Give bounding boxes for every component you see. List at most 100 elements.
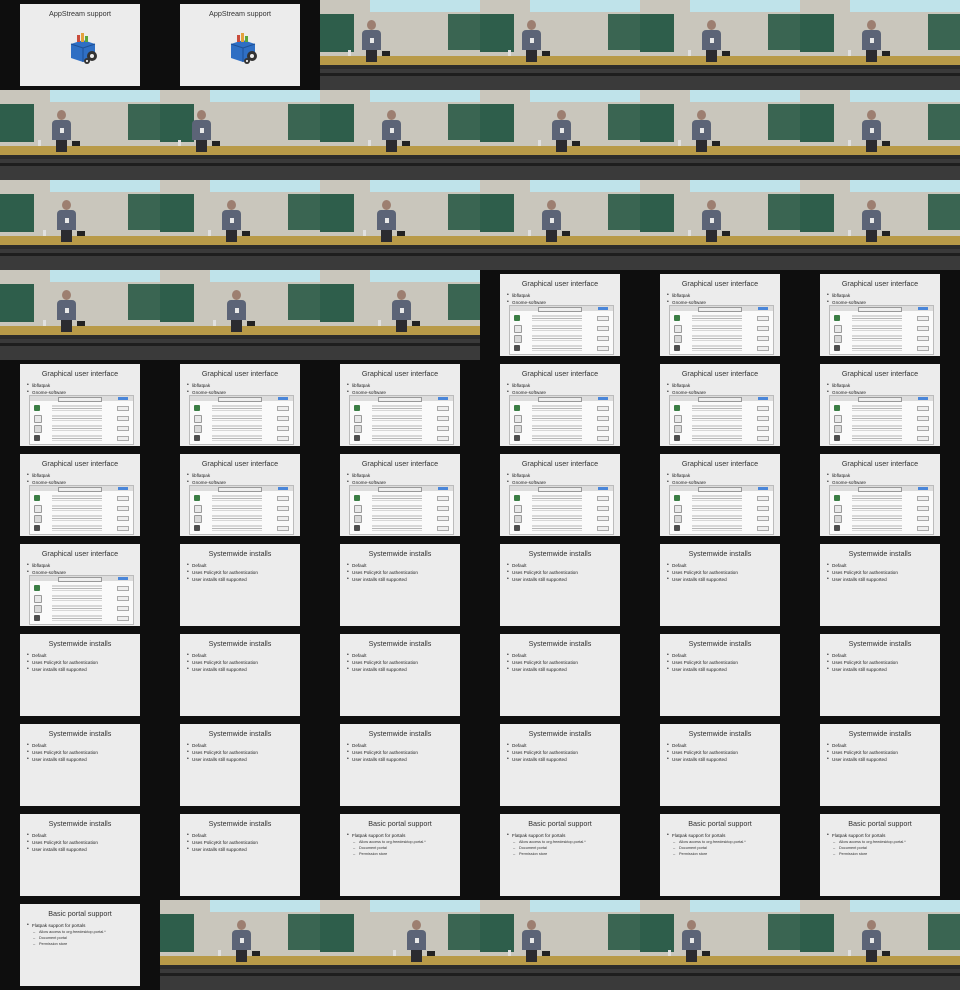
- speaker: [380, 110, 404, 152]
- chalkboard: [480, 194, 514, 232]
- frame-camera: [0, 180, 160, 270]
- chalkboard: [128, 284, 160, 320]
- slide-title: Graphical user interface: [681, 459, 759, 468]
- chalkboard: [128, 194, 160, 230]
- cup: [348, 50, 351, 56]
- frame-systemwide: Systemwide installs Default Uses PolicyK…: [160, 720, 320, 810]
- chalkboard: [288, 914, 320, 950]
- speaker: [860, 20, 884, 62]
- frame-camera: [0, 270, 160, 360]
- bullet: Default: [507, 652, 578, 659]
- frame-systemwide: Systemwide installs Default Uses PolicyK…: [0, 720, 160, 810]
- slide-title: Systemwide installs: [208, 729, 272, 738]
- lecture-desk: [0, 236, 160, 245]
- bullet: libflatpak: [507, 382, 546, 389]
- slide-bullets: Default Uses PolicyKit for authenticatio…: [667, 742, 738, 763]
- app-icon: [834, 515, 842, 523]
- bullet: Default: [347, 562, 418, 569]
- bullet: Uses PolicyKit for authentication: [667, 659, 738, 666]
- frame-systemwide: Systemwide installs Default Uses PolicyK…: [160, 630, 320, 720]
- slide-bullets: Default Uses PolicyKit for authenticatio…: [507, 742, 578, 763]
- bullet: Default: [667, 652, 738, 659]
- cup: [688, 50, 691, 56]
- speaker: [220, 200, 244, 242]
- speaker-camera-frame: [320, 270, 480, 360]
- cup: [848, 50, 851, 56]
- chalkboard: [928, 194, 960, 230]
- bullet: Uses PolicyKit for authentication: [827, 749, 898, 756]
- slide-graphical-user-interface: Graphical user interface libflatpak Gnom…: [660, 274, 780, 356]
- gnome-software-screenshot: [29, 575, 134, 625]
- bullet: libflatpak: [667, 472, 706, 479]
- speaker-camera-frame: [320, 0, 480, 90]
- frame-camera: [0, 90, 160, 180]
- bullet: Uses PolicyKit for authentication: [827, 569, 898, 576]
- app-icon: [34, 405, 40, 411]
- speaker: [405, 920, 429, 962]
- bullet: Default: [27, 652, 98, 659]
- gnome-software-screenshot: [29, 485, 134, 535]
- bullet: User installs still supported: [667, 576, 738, 583]
- speaker-camera-frame: [480, 0, 640, 90]
- projection-screen: [50, 180, 160, 192]
- frame-gui: Graphical user interface libflatpak Gnom…: [320, 360, 480, 450]
- app-icon: [514, 495, 520, 501]
- speaker-camera-frame: [640, 0, 800, 90]
- bullet: Uses PolicyKit for authentication: [27, 839, 98, 846]
- frame-gui: Graphical user interface libflatpak Gnom…: [480, 450, 640, 540]
- software-box-gears-icon: [70, 33, 97, 64]
- projection-screen: [370, 270, 480, 282]
- frame-camera: [800, 0, 960, 90]
- slide-title: Graphical user interface: [201, 369, 279, 378]
- gnome-software-screenshot: [829, 305, 934, 355]
- frame-gui: Graphical user interface libflatpak Gnom…: [640, 450, 800, 540]
- chalkboard: [608, 104, 640, 140]
- slide-systemwide-installs: Systemwide installs Default Uses PolicyK…: [20, 724, 140, 806]
- bullet: Default: [507, 742, 578, 749]
- speaker: [190, 110, 214, 152]
- gnome-software-screenshot: [829, 485, 934, 535]
- slide-bullets: Default Uses PolicyKit for authenticatio…: [27, 832, 98, 853]
- bullet: User installs still supported: [827, 756, 898, 763]
- cup: [208, 230, 211, 236]
- cup: [538, 140, 541, 146]
- projection-screen: [690, 180, 800, 192]
- speaker: [225, 290, 249, 332]
- app-icon: [834, 335, 842, 343]
- bullet: libflatpak: [507, 292, 546, 299]
- frame-camera: [160, 270, 320, 360]
- speaker: [700, 20, 724, 62]
- frame-camera: [800, 900, 960, 990]
- chalkboard: [320, 14, 354, 52]
- slide-systemwide-installs: Systemwide installs Default Uses PolicyK…: [20, 634, 140, 716]
- app-icon: [34, 525, 40, 531]
- slide-bullets: libflatpak Gnome-software: [827, 472, 866, 486]
- app-icon: [674, 515, 682, 523]
- app-icon: [194, 425, 202, 433]
- chalkboard: [608, 914, 640, 950]
- slide-title: Graphical user interface: [841, 459, 919, 468]
- slide-title: AppStream support: [49, 9, 111, 18]
- slide-systemwide-installs: Systemwide installs Default Uses PolicyK…: [340, 544, 460, 626]
- slide-bullets: Default Uses PolicyKit for authenticatio…: [667, 562, 738, 583]
- bullet: User installs still supported: [187, 846, 258, 853]
- app-icon: [34, 615, 40, 621]
- lecture-desk: [640, 956, 800, 965]
- speaker-camera-frame: [800, 90, 960, 180]
- chalkboard: [320, 284, 354, 322]
- frame-systemwide: Systemwide installs Default Uses PolicyK…: [640, 540, 800, 630]
- bullet: Default: [507, 562, 578, 569]
- bullet: libflatpak: [827, 292, 866, 299]
- frame-camera: [480, 90, 640, 180]
- frame-camera: [480, 180, 640, 270]
- chalkboard: [640, 914, 674, 952]
- app-icon: [34, 505, 42, 513]
- slide-title: Graphical user interface: [41, 459, 119, 468]
- app-icon: [514, 515, 522, 523]
- bullet: User installs still supported: [187, 666, 258, 673]
- app-icon: [674, 505, 682, 513]
- contact-sheet-grid: AppStream support AppStream support Grap…: [0, 0, 960, 990]
- bullet: Uses PolicyKit for authentication: [347, 659, 418, 666]
- cup: [43, 320, 46, 326]
- cup: [668, 950, 671, 956]
